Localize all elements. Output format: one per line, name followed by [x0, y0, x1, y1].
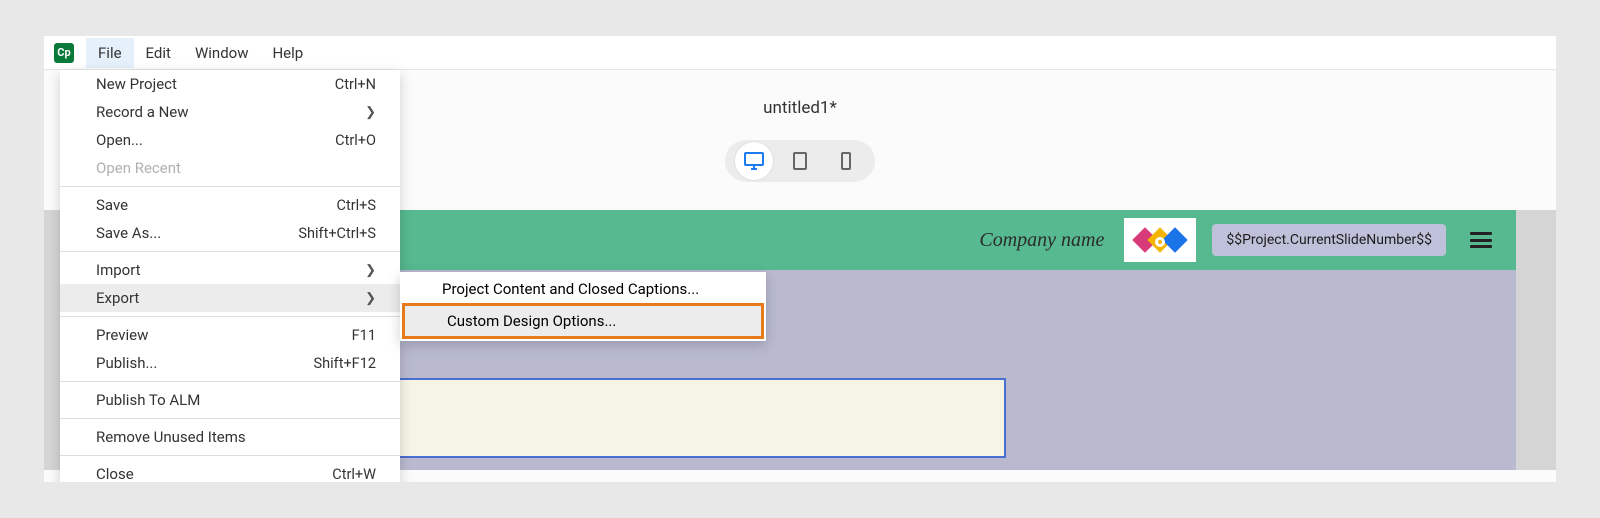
company-name-label: Company name [979, 229, 1104, 252]
menu-separator [60, 418, 400, 419]
menu-shortcut: Ctrl+W [332, 466, 376, 483]
menu-shortcut: Ctrl+O [335, 132, 376, 149]
menu-item-label: Publish To ALM [96, 391, 200, 409]
menu-shortcut: Ctrl+N [335, 76, 376, 93]
logo-icon [1130, 223, 1190, 257]
menu-item-remove-unused-items[interactable]: Remove Unused Items [60, 423, 400, 451]
menu-shortcut: Ctrl+S [337, 197, 376, 214]
menu-file[interactable]: File [86, 38, 134, 68]
menu-separator [60, 251, 400, 252]
slide-number-variable[interactable]: $$Project.CurrentSlideNumber$$ [1212, 224, 1446, 256]
menu-item-label: Export [96, 289, 139, 307]
menu-item-label: Publish... [96, 354, 157, 372]
menu-item-close[interactable]: Close Ctrl+W [60, 460, 400, 482]
menu-item-publish[interactable]: Publish... Shift+F12 [60, 349, 400, 377]
chevron-right-icon: ❯ [365, 263, 376, 278]
menu-item-label: Save As... [96, 224, 161, 242]
menu-item-label: Save [96, 196, 128, 214]
menu-separator [60, 186, 400, 187]
app-window: Cp File Edit Window Help untitled1* [44, 36, 1556, 482]
menu-item-label: Preview [96, 326, 148, 344]
menu-item-save-as[interactable]: Save As... Shift+Ctrl+S [60, 219, 400, 247]
menu-item-label: Remove Unused Items [96, 428, 246, 446]
menu-item-label: Open Recent [96, 159, 181, 177]
device-mobile-button[interactable] [827, 142, 865, 180]
menu-item-open-recent: Open Recent [60, 154, 400, 182]
menu-item-new-project[interactable]: New Project Ctrl+N [60, 70, 400, 98]
menu-separator [60, 455, 400, 456]
menu-edit[interactable]: Edit [134, 38, 183, 68]
company-logo [1124, 218, 1196, 262]
device-tablet-button[interactable] [781, 142, 819, 180]
menu-separator [60, 316, 400, 317]
chevron-right-icon: ❯ [365, 291, 376, 306]
hamburger-icon[interactable] [1470, 232, 1492, 248]
menu-item-label: Import [96, 261, 141, 279]
menu-help[interactable]: Help [260, 38, 315, 68]
menu-item-export[interactable]: Export ❯ [60, 284, 400, 312]
mobile-icon [840, 151, 852, 171]
device-switcher [725, 140, 875, 182]
desktop-icon [743, 151, 765, 171]
device-desktop-button[interactable] [735, 142, 773, 180]
menu-window[interactable]: Window [183, 38, 261, 68]
submenu-item-custom-design-options[interactable]: Custom Design Options... [402, 303, 764, 339]
menu-item-preview[interactable]: Preview F11 [60, 321, 400, 349]
menu-item-publish-to-alm[interactable]: Publish To ALM [60, 386, 400, 414]
menu-shortcut: Shift+F12 [314, 355, 376, 372]
menu-item-label: Open... [96, 131, 143, 149]
tablet-icon [792, 151, 808, 171]
menu-item-open[interactable]: Open... Ctrl+O [60, 126, 400, 154]
menu-separator [60, 381, 400, 382]
menu-item-save[interactable]: Save Ctrl+S [60, 191, 400, 219]
file-dropdown: New Project Ctrl+N Record a New ❯ Open... Ctr… [60, 70, 400, 482]
submenu-item-project-content-and-closed-captions[interactable]: Project Content and Closed Captions... [400, 274, 766, 304]
app-icon: Cp [54, 43, 74, 63]
menu-item-label: New Project [96, 75, 177, 93]
menu-shortcut: F11 [352, 327, 376, 344]
menu-item-record-a-new[interactable]: Record a New ❯ [60, 98, 400, 126]
menu-item-label: Record a New [96, 103, 189, 121]
menu-shortcut: Shift+Ctrl+S [298, 225, 376, 242]
menu-item-label: Close [96, 465, 134, 482]
menubar: Cp File Edit Window Help [44, 36, 1556, 70]
menu-item-import[interactable]: Import ❯ [60, 256, 400, 284]
export-submenu: Project Content and Closed Captions...Cu… [400, 272, 766, 341]
chevron-right-icon: ❯ [365, 105, 376, 120]
